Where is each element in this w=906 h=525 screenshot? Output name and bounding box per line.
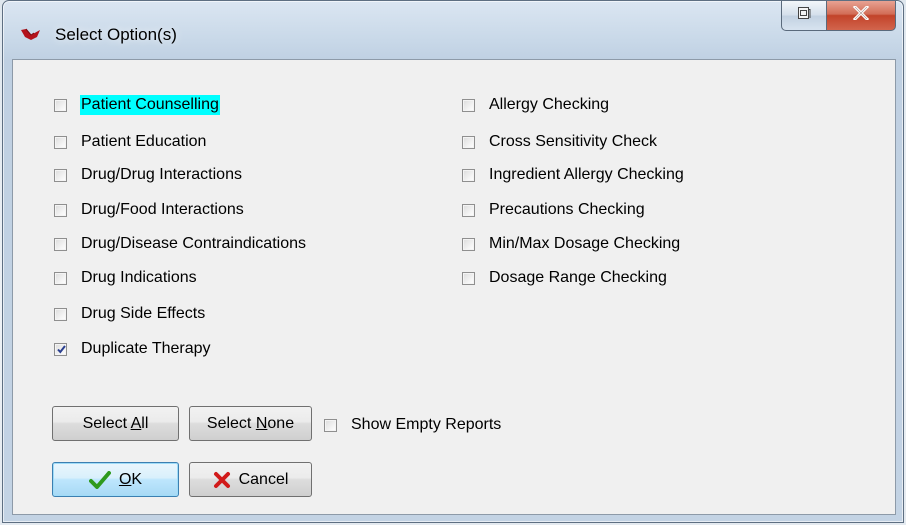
option-ingredient-allergy-checking[interactable]: Ingredient Allergy Checking — [462, 164, 685, 186]
select-options-dialog: Select Option(s) Patient Counselling Pat… — [2, 0, 904, 523]
option-drug-disease-contraindications[interactable]: Drug/Disease Contraindications — [54, 233, 307, 255]
select-none-button[interactable]: Select None — [189, 406, 312, 441]
option-label: Ingredient Allergy Checking — [489, 166, 684, 183]
option-precautions-checking[interactable]: Precautions Checking — [462, 199, 646, 221]
checkbox[interactable] — [54, 98, 67, 112]
option-duplicate-therapy[interactable]: Duplicate Therapy — [54, 338, 212, 360]
check-mark-icon — [57, 344, 66, 354]
option-patient-education[interactable]: Patient Education — [54, 131, 207, 153]
checkbox[interactable] — [54, 307, 67, 321]
title-bar[interactable]: Select Option(s) — [3, 1, 903, 59]
ok-button[interactable]: OK — [52, 462, 179, 497]
checkbox[interactable] — [462, 271, 475, 285]
checkbox[interactable] — [54, 237, 67, 251]
option-allergy-checking[interactable]: Allergy Checking — [462, 94, 610, 116]
option-drug-food-interactions[interactable]: Drug/Food Interactions — [54, 199, 245, 221]
option-label: Drug/Drug Interactions — [81, 166, 242, 183]
red-x-icon — [213, 471, 231, 489]
option-min-max-dosage-checking[interactable]: Min/Max Dosage Checking — [462, 233, 681, 255]
select-all-button[interactable]: Select All — [52, 406, 179, 441]
checkbox[interactable] — [324, 418, 337, 432]
checkbox[interactable] — [54, 135, 67, 149]
option-label: Patient Counselling — [80, 95, 220, 115]
window-title: Select Option(s) — [55, 25, 177, 44]
option-drug-indications[interactable]: Drug Indications — [54, 267, 198, 289]
option-label: Show Empty Reports — [351, 416, 502, 433]
checkbox[interactable] — [54, 168, 67, 182]
button-label: Select None — [206, 414, 295, 432]
button-label: OK — [118, 470, 143, 488]
button-label: Cancel — [238, 470, 289, 488]
close-x-icon — [852, 4, 870, 25]
option-label: Precautions Checking — [489, 201, 645, 218]
option-label: Patient Education — [81, 133, 207, 150]
option-label: Min/Max Dosage Checking — [489, 235, 681, 252]
checkbox[interactable] — [462, 237, 475, 251]
check-icon — [88, 470, 111, 489]
restore-window-icon — [797, 6, 811, 25]
option-label: Allergy Checking — [489, 96, 610, 113]
checkbox[interactable] — [54, 203, 67, 217]
button-label: Select All — [82, 414, 149, 432]
checkbox[interactable] — [462, 135, 475, 149]
close-button[interactable] — [826, 1, 896, 31]
option-label: Drug/Disease Contraindications — [81, 235, 306, 252]
show-empty-reports-option[interactable]: Show Empty Reports — [324, 414, 502, 436]
checkbox[interactable] — [462, 168, 475, 182]
option-drug-side-effects[interactable]: Drug Side Effects — [54, 303, 206, 325]
option-label: Drug Side Effects — [81, 305, 206, 322]
option-label: Cross Sensitivity Check — [489, 133, 658, 150]
checkbox-checked[interactable] — [54, 342, 67, 356]
option-patient-counselling[interactable]: Patient Counselling — [54, 94, 220, 116]
option-label: Drug/Food Interactions — [81, 201, 244, 218]
option-label: Duplicate Therapy — [81, 340, 211, 357]
option-cross-sensitivity-check[interactable]: Cross Sensitivity Check — [462, 131, 658, 153]
app-logo-icon — [20, 28, 42, 42]
checkbox[interactable] — [462, 98, 475, 112]
option-dosage-range-checking[interactable]: Dosage Range Checking — [462, 267, 668, 289]
dialog-client-area: Patient Counselling Patient Education Dr… — [12, 59, 896, 515]
checkbox[interactable] — [54, 271, 67, 285]
option-label: Dosage Range Checking — [489, 269, 667, 286]
option-drug-drug-interactions[interactable]: Drug/Drug Interactions — [54, 164, 243, 186]
cancel-button[interactable]: Cancel — [189, 462, 312, 497]
desktop-background: Select Option(s) Patient Counselling Pat… — [0, 0, 906, 525]
restore-button[interactable] — [781, 1, 827, 31]
option-label: Drug Indications — [81, 269, 197, 286]
checkbox[interactable] — [462, 203, 475, 217]
